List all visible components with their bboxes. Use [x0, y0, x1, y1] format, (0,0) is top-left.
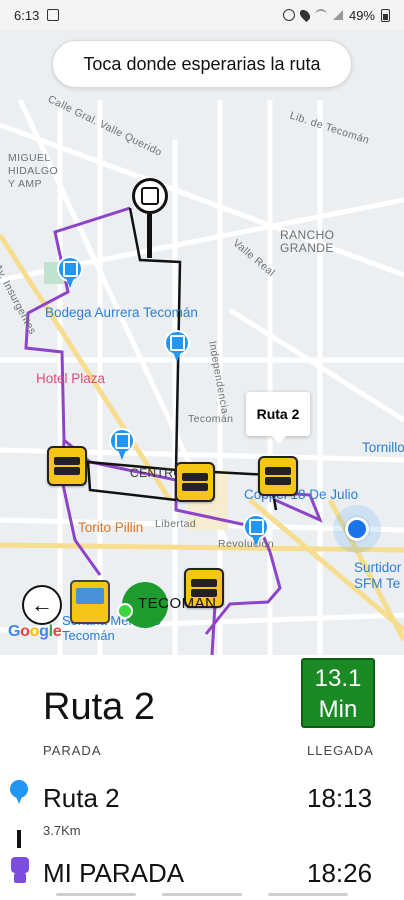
row-stop-time: 18:26: [307, 858, 373, 888]
connector-icon: [17, 830, 21, 848]
user-location-dot: [117, 603, 133, 619]
street-label: Libertad: [155, 518, 197, 530]
route-callout[interactable]: Ruta 2: [246, 392, 310, 444]
system-nav-bar: [0, 888, 404, 900]
bus-icon[interactable]: [70, 580, 110, 624]
route-distance: 3.7Km: [43, 823, 81, 838]
poi-label[interactable]: Tornillo: [362, 440, 404, 455]
nav-recent[interactable]: [56, 892, 136, 896]
neighborhood-label: RANCHO GRANDE: [280, 228, 335, 255]
row-route-name: Ruta 2: [43, 783, 120, 813]
robot-avatar-icon: [8, 857, 32, 885]
stop-label: TECOMAN: [138, 595, 217, 612]
vehicle-marker[interactable]: [47, 446, 87, 486]
status-time: 6:13: [14, 7, 40, 23]
battery-percent: 49%: [348, 7, 375, 23]
arrow-left-icon: ←: [31, 592, 53, 617]
route-info-panel: Ruta 2 13.1 Min PARADA LLEGADA Ruta 2 18…: [0, 655, 404, 900]
route-title: Ruta 2: [43, 686, 155, 728]
eta-badge: 13.1 Min: [301, 658, 375, 728]
poi-label[interactable]: Torito Pillin: [78, 520, 143, 535]
bus-stop-marker[interactable]: [57, 256, 83, 290]
bus-stop-pin-icon: [10, 780, 28, 806]
google-logo: Google: [8, 623, 62, 640]
vehicle-marker[interactable]: [258, 456, 298, 496]
back-button[interactable]: ←: [22, 585, 62, 625]
street-label: Tecomán: [188, 413, 234, 425]
bus-stop-marker[interactable]: [164, 330, 190, 364]
row-stop-name: MI PARADA: [43, 858, 185, 888]
map-hint-banner: Toca donde esperarias la ruta: [52, 40, 352, 88]
bus-stop-marker[interactable]: [243, 514, 269, 548]
my-location-button[interactable]: [333, 505, 381, 553]
vehicle-marker[interactable]: [175, 462, 215, 502]
bus-stop-marker[interactable]: [109, 428, 135, 462]
neighborhood-label: MIGUEL HIDALGO Y AMP: [8, 152, 59, 190]
battery-icon: [381, 8, 390, 22]
eta-unit: Min: [318, 696, 358, 723]
location-icon: [297, 7, 313, 23]
gallery-icon: [47, 9, 60, 21]
column-label-arrival: LLEGADA: [307, 743, 374, 758]
poi-label[interactable]: Bodega Aurrera Tecomán: [45, 305, 198, 320]
map-view[interactable]: Toca donde esperarias la ruta Calle Gral…: [0, 30, 404, 655]
stop-pole: [147, 214, 152, 258]
wifi-icon: [314, 9, 327, 21]
signal-icon: [332, 10, 343, 20]
bus-stop-icon[interactable]: [132, 178, 168, 214]
status-bar: 6:13 49%: [0, 0, 404, 30]
nav-back[interactable]: [268, 892, 348, 896]
row-route-time: 18:13: [307, 783, 373, 813]
poi-label[interactable]: Hotel Plaza: [36, 371, 105, 386]
nav-home[interactable]: [162, 892, 242, 896]
eta-value: 13.1: [314, 665, 362, 692]
poi-label[interactable]: Surtidor SFM Te: [354, 560, 401, 592]
map-canvas: [0, 98, 404, 655]
column-label-stop: PARADA: [43, 743, 102, 758]
alarm-icon: [282, 9, 295, 21]
